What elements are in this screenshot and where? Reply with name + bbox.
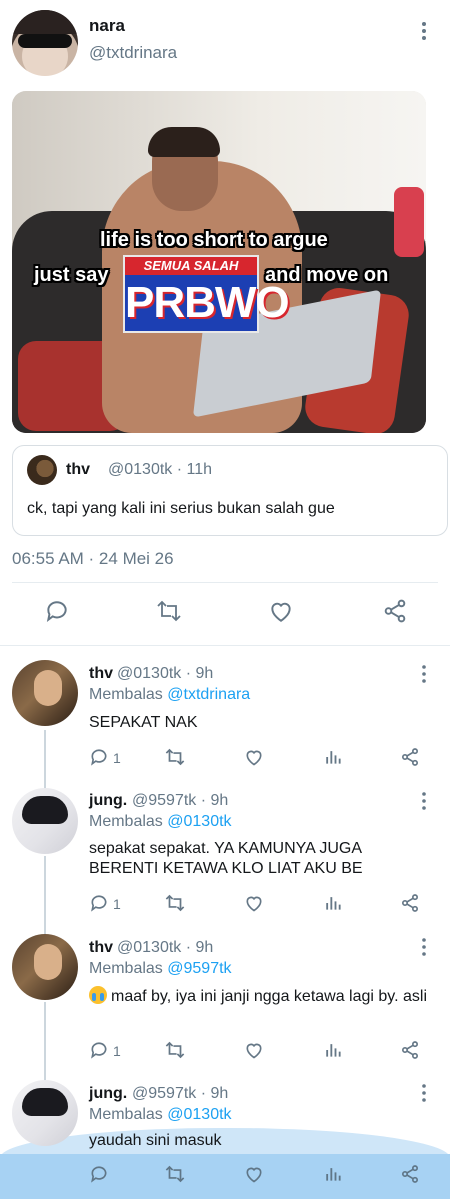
reply-actions: 1 — [0, 1040, 450, 1062]
reply-count: 1 — [113, 1043, 121, 1059]
avatar[interactable] — [12, 934, 78, 1000]
reply-author-name[interactable]: jung. — [89, 792, 127, 810]
more-vertical-icon[interactable] — [415, 664, 433, 684]
retweet-icon[interactable] — [164, 1164, 186, 1184]
meme-sticker: SEMUA SALAH PRBWO — [123, 255, 290, 333]
quote-avatar — [27, 455, 57, 485]
author-avatar[interactable] — [12, 10, 78, 76]
reply-author-handle: @9597tk · 9h — [132, 1085, 229, 1102]
reply-text: maaf by, iya ini janji ngga ketawa lagi … — [89, 986, 429, 1007]
replying-to: Membalas @0130tk — [89, 1106, 232, 1123]
bar-chart-icon[interactable] — [323, 747, 343, 767]
replying-to: Membalas @txtdrinara — [89, 686, 251, 703]
avatar[interactable] — [12, 660, 78, 726]
divider — [0, 645, 450, 646]
share-icon[interactable] — [400, 1164, 420, 1184]
retweet-icon[interactable] — [164, 747, 186, 767]
sticker-main-text: PRBWO — [125, 278, 290, 327]
bottom-action-bar — [0, 1154, 450, 1199]
quoted-tweet[interactable]: thv @0130tk · 11h ck, tapi yang kali ini… — [12, 445, 448, 536]
retweet-icon[interactable] — [164, 893, 186, 913]
heart-icon[interactable] — [244, 893, 264, 913]
reply-author-handle: @0130tk · 9h — [117, 939, 214, 956]
reply-text: sepakat sepakat. YA KAMUNYA JUGA BERENTI… — [89, 840, 363, 877]
reply-author-name[interactable]: jung. — [89, 1085, 127, 1103]
reply-text: yaudah sini masuk — [89, 1132, 222, 1149]
meme-caption-top: life is too short to argue — [100, 229, 328, 251]
reply-count: 1 — [113, 750, 121, 766]
quote-author-name: thv — [66, 461, 90, 478]
comment-icon[interactable] — [89, 1040, 109, 1060]
retweet-icon[interactable] — [155, 598, 183, 624]
replying-to-link[interactable]: @9597tk — [167, 960, 231, 977]
retweet-icon[interactable] — [164, 1040, 186, 1060]
comment-icon[interactable] — [89, 893, 109, 913]
meme-caption-left: just say — [34, 264, 109, 286]
more-vertical-icon[interactable] — [415, 937, 433, 957]
replying-to-link[interactable]: @0130tk — [167, 813, 231, 830]
reply-count: 1 — [113, 896, 121, 912]
heart-icon[interactable] — [244, 1164, 264, 1184]
replying-to: Membalas @9597tk — [89, 960, 232, 977]
comment-icon[interactable] — [89, 1164, 109, 1184]
quote-text: ck, tapi yang kali ini serius bukan sala… — [27, 500, 335, 517]
replying-to-link[interactable]: @0130tk — [167, 1106, 231, 1123]
quote-author-handle: @0130tk · 11h — [108, 461, 213, 478]
share-icon[interactable] — [382, 598, 408, 624]
reply-author-handle: @0130tk · 9h — [117, 665, 214, 682]
reply-author-name[interactable]: thv — [89, 665, 113, 683]
share-icon[interactable] — [400, 747, 420, 767]
reply-text-content: maaf by, iya ini janji ngga ketawa lagi … — [111, 988, 428, 1005]
replying-to: Membalas @0130tk — [89, 813, 232, 830]
tweet-actions — [0, 598, 450, 628]
heart-icon[interactable] — [268, 598, 294, 624]
reply-actions: 1 — [0, 893, 450, 915]
reply-author-name[interactable]: thv — [89, 939, 113, 957]
avatar[interactable] — [12, 1080, 78, 1146]
more-vertical-icon[interactable] — [415, 791, 433, 811]
reply-text: SEPAKAT NAK — [89, 714, 198, 731]
heart-icon[interactable] — [244, 747, 264, 767]
bar-chart-icon[interactable] — [323, 1040, 343, 1060]
reply-author-handle: @9597tk · 9h — [132, 792, 229, 809]
heart-icon[interactable] — [244, 1040, 264, 1060]
avatar[interactable] — [12, 788, 78, 854]
divider — [12, 582, 438, 583]
replying-to-link[interactable]: @txtdrinara — [167, 686, 250, 703]
crying-face-icon — [89, 986, 107, 1004]
bar-chart-icon[interactable] — [323, 1164, 343, 1184]
tweet-timestamp: 06:55 AM · 24 Mei 26 — [12, 549, 174, 568]
share-icon[interactable] — [400, 1040, 420, 1060]
comment-icon[interactable] — [89, 747, 109, 767]
tweet-image[interactable]: life is too short to argue just say and … — [12, 91, 426, 433]
more-vertical-icon[interactable] — [415, 1083, 433, 1103]
share-icon[interactable] — [400, 893, 420, 913]
more-vertical-icon[interactable] — [415, 20, 433, 42]
reply-actions: 1 — [0, 747, 450, 769]
author-name[interactable]: nara — [89, 16, 125, 36]
bar-chart-icon[interactable] — [323, 893, 343, 913]
sticker-top-text: SEMUA SALAH — [125, 257, 257, 275]
author-handle[interactable]: @txtdrinara — [89, 43, 177, 63]
comment-icon[interactable] — [44, 598, 70, 624]
